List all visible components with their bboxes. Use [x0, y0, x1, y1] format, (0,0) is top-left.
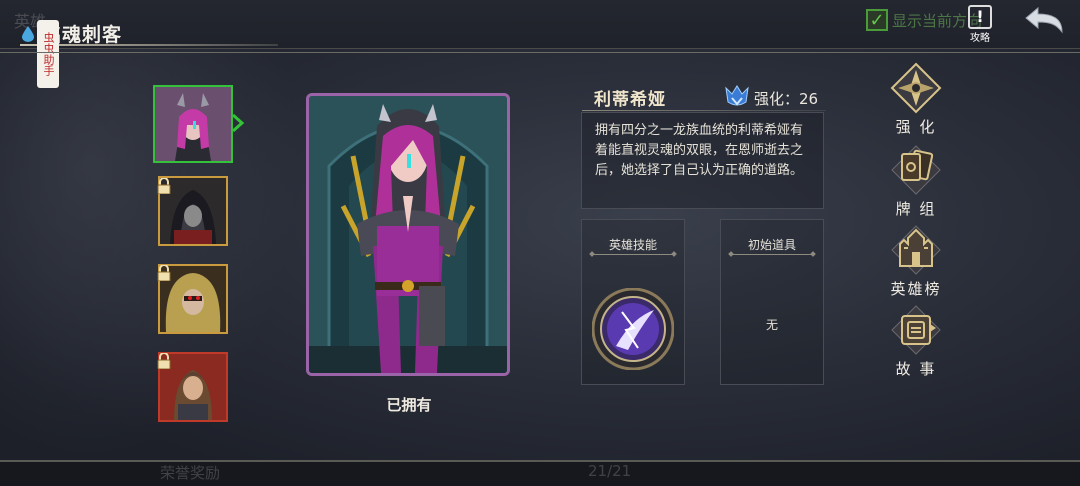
enhance-level: 强化：26: [754, 90, 819, 108]
back-arrow-icon[interactable]: [1022, 6, 1066, 36]
lock-icon: [157, 265, 171, 281]
deck-cards-icon: [891, 145, 941, 195]
selected-arrow-icon: [232, 114, 244, 132]
starting-item-panel: 初始道具 无: [720, 219, 824, 385]
hero-skill-icon[interactable]: [592, 288, 674, 370]
helper-tab[interactable]: 虫虫助手: [37, 20, 59, 88]
background-tree: [0, 40, 300, 460]
ranking-castle-icon: [891, 225, 941, 275]
hero-skill-panel: 英雄技能: [581, 219, 685, 385]
enhance-compass-icon: [890, 62, 942, 114]
item-title-line: [731, 254, 813, 255]
name-underline: [582, 110, 826, 111]
guide-icon: !: [968, 5, 992, 29]
hero-portrait: [306, 93, 510, 376]
deck-label: 牌 组: [895, 200, 937, 218]
lock-icon: [157, 353, 171, 369]
water-drop-icon: [22, 26, 34, 42]
lock-icon: [157, 178, 171, 194]
enhance-crown-icon: [725, 85, 749, 106]
skill-title: 英雄技能: [608, 238, 657, 252]
story-scroll-icon: [891, 305, 941, 355]
hero-illustration: [309, 96, 507, 373]
hero-thumbnail: [155, 87, 231, 161]
enhance-label: 强 化: [895, 118, 937, 136]
deck-button[interactable]: 牌 组: [884, 144, 948, 219]
hero-slot-1[interactable]: [153, 85, 233, 163]
item-value: 无: [765, 318, 778, 332]
ownership-status: 已拥有: [386, 396, 432, 414]
hero-name: 利蒂希娅: [594, 90, 666, 110]
page-counter: 21/21: [588, 462, 632, 480]
item-title: 初始道具: [747, 238, 796, 252]
story-label: 故 事: [895, 360, 937, 378]
story-button[interactable]: 故 事: [884, 304, 948, 379]
skill-title-line: [592, 254, 674, 255]
enhance-button[interactable]: 强 化: [884, 62, 948, 137]
checkbox[interactable]: ✓: [866, 9, 888, 31]
honor-reward-label[interactable]: 荣誉奖励: [160, 462, 220, 483]
guide-button[interactable]: ! 攻略: [962, 5, 998, 44]
hero-description: 拥有四分之一龙族血统的利蒂希娅有着能直视灵魂的双眼，在恩师逝去之后，她选择了自己…: [581, 112, 824, 209]
ranking-label: 英雄榜: [890, 280, 942, 298]
guide-label: 攻略: [970, 33, 990, 44]
header-divider: [0, 52, 1080, 53]
ranking-button[interactable]: 英雄榜: [884, 224, 948, 299]
